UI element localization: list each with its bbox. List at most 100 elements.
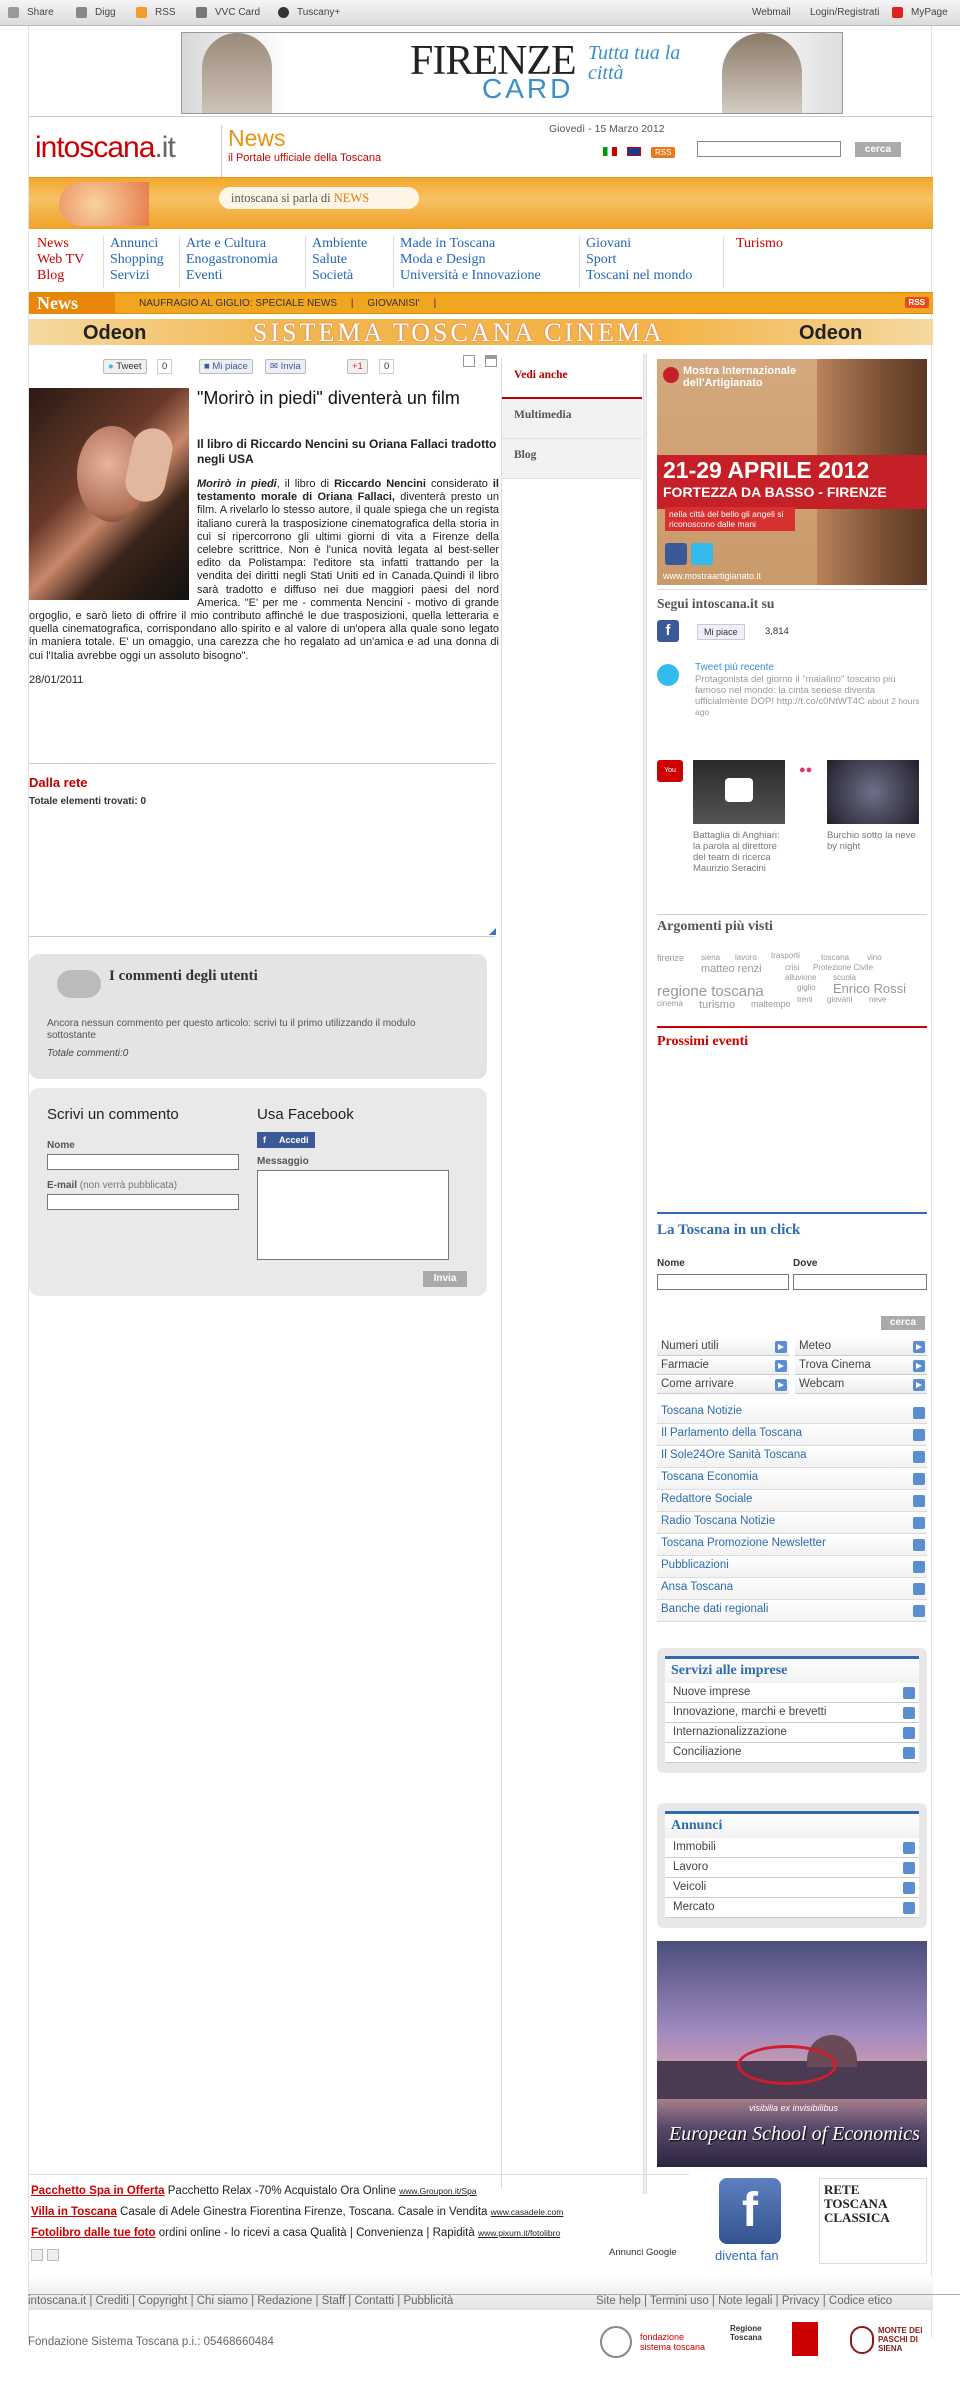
external-link[interactable]: Radio Toscana Notizie — [657, 1512, 927, 1534]
tag-link[interactable]: giovani — [827, 995, 852, 1004]
digg-link[interactable]: Digg — [76, 7, 116, 18]
footer-right-links[interactable]: Site help | Termini uso | Note legali | … — [596, 2295, 892, 2307]
click-search-button[interactable]: cerca — [881, 1316, 925, 1330]
tag-link[interactable]: turismo — [699, 999, 735, 1011]
annunci-item[interactable]: Lavoro — [665, 1858, 919, 1878]
ticker-rss-button[interactable]: RSS — [904, 297, 929, 308]
nav-salute[interactable]: Salute — [312, 252, 367, 268]
mps-logo[interactable]: MONTE DEI PASCHI DI SIENA — [850, 2320, 934, 2360]
external-link[interactable]: Pubblicazioni — [657, 1556, 927, 1578]
tag-link[interactable]: crisi — [785, 963, 799, 972]
tweet-button[interactable]: ● Tweet — [103, 359, 147, 374]
mypage-link[interactable]: MyPage — [892, 7, 948, 18]
facebook-fan-box[interactable]: f diventa fan — [709, 2178, 789, 2264]
facebook-login-button[interactable]: f Accedi — [257, 1132, 315, 1148]
google-ads-label[interactable]: Annunci Google — [609, 2247, 677, 2258]
webmail-link[interactable]: Webmail — [752, 7, 791, 18]
external-link[interactable]: Il Parlamento della Toscana — [657, 1424, 927, 1446]
nav-societa[interactable]: Società — [312, 268, 367, 284]
gplus-button[interactable]: +1 — [347, 359, 368, 374]
tag-link[interactable]: maltempo — [751, 999, 791, 1009]
utility-link[interactable]: Meteo — [795, 1338, 927, 1356]
english-flag-icon[interactable] — [627, 147, 641, 156]
click-nome-input[interactable] — [657, 1274, 789, 1290]
rete-toscana-classica-logo[interactable]: RETE TOSCANA CLASSICA — [819, 2178, 927, 2264]
tag-link[interactable]: vino — [867, 953, 882, 962]
tuscany-link[interactable]: Tuscany+ — [278, 7, 340, 18]
nav-news[interactable]: News — [37, 236, 84, 252]
nav-annunci[interactable]: Annunci — [110, 236, 164, 252]
facebook-icon[interactable] — [665, 543, 687, 565]
external-link[interactable]: Banche dati regionali — [657, 1600, 927, 1622]
ad-item[interactable]: Fotolibro dalle tue foto ordini online -… — [31, 2227, 560, 2239]
message-textarea[interactable] — [257, 1170, 449, 1260]
tab-vedi-anche[interactable]: Vedi anche — [502, 359, 642, 399]
search-input[interactable] — [697, 141, 841, 157]
tag-link[interactable]: cinema — [657, 999, 683, 1008]
tab-blog[interactable]: Blog — [502, 439, 642, 479]
nav-ambiente[interactable]: Ambiente — [312, 236, 367, 252]
tag-link[interactable]: trasporti — [771, 951, 800, 960]
follow-like-button[interactable]: Mi piace — [697, 624, 745, 640]
services-item[interactable]: Innovazione, marchi e brevetti — [665, 1703, 919, 1723]
email-input[interactable] — [47, 1194, 239, 1210]
external-link[interactable]: Toscana Notizie — [657, 1402, 927, 1424]
nav-made-in-toscana[interactable]: Made in Toscana — [400, 236, 541, 252]
ads-prev-button[interactable] — [31, 2249, 43, 2261]
fst-logo[interactable]: fondazione sistema toscana — [600, 2320, 710, 2360]
nav-arte[interactable]: Arte e Cultura — [186, 236, 278, 252]
email-icon[interactable] — [463, 355, 475, 367]
site-logo[interactable]: intoscana.it — [35, 131, 176, 165]
send-button[interactable]: Invia — [423, 1271, 467, 1287]
vvc-link[interactable]: VVC Card — [196, 7, 260, 18]
external-link[interactable]: Il Sole24Ore Sanità Toscana — [657, 1446, 927, 1468]
utility-link[interactable]: Numeri utili — [657, 1338, 789, 1356]
share-link[interactable]: Share — [8, 7, 54, 18]
services-item[interactable]: Internazionalizzazione — [665, 1723, 919, 1743]
services-item[interactable]: Nuove imprese — [665, 1683, 919, 1703]
annunci-item[interactable]: Veicoli — [665, 1878, 919, 1898]
nav-turismo[interactable]: Turismo — [730, 236, 933, 252]
click-dove-input[interactable] — [793, 1274, 927, 1290]
nav-sport[interactable]: Sport — [586, 252, 692, 268]
nav-giovani[interactable]: Giovani — [586, 236, 692, 252]
tag-link[interactable]: regione toscana — [657, 983, 764, 1000]
tweet-heading[interactable]: Tweet più recente — [695, 662, 774, 673]
youtube-video-caption[interactable]: Battaglia di Anghiari: la parola al dire… — [693, 830, 789, 874]
ese-ad[interactable]: visibilia ex invisibilibus European Scho… — [657, 1941, 927, 2167]
tag-link[interactable]: alluvione — [785, 973, 817, 982]
ad-item[interactable]: Villa in Toscana Casale di Adele Ginestr… — [31, 2206, 563, 2218]
utility-link[interactable]: Webcam — [795, 1376, 927, 1394]
annunci-item[interactable]: Immobili — [665, 1838, 919, 1858]
facebook-icon[interactable]: f — [657, 620, 679, 642]
tag-link[interactable]: Enrico Rossi — [833, 981, 906, 996]
annunci-item[interactable]: Mercato — [665, 1898, 919, 1918]
external-link[interactable]: Toscana Economia — [657, 1468, 927, 1490]
external-link[interactable]: Redattore Sociale — [657, 1490, 927, 1512]
tag-link[interactable]: firenze — [657, 953, 684, 963]
tag-link[interactable]: neve — [869, 995, 886, 1004]
nav-toscani-nel-mondo[interactable]: Toscani nel mondo — [586, 268, 692, 284]
nav-universita[interactable]: Università e Innovazione — [400, 268, 541, 284]
nav-webtv[interactable]: Web TV — [37, 252, 84, 268]
utility-link[interactable]: Come arrivare — [657, 1376, 789, 1394]
tag-link[interactable]: treni — [797, 995, 813, 1004]
tab-multimedia[interactable]: Multimedia — [502, 399, 642, 439]
tag-link[interactable]: toscana — [821, 953, 849, 962]
nav-servizi[interactable]: Servizi — [110, 268, 164, 284]
search-button[interactable]: cerca — [855, 142, 901, 157]
tag-link[interactable]: lavoro — [735, 953, 757, 962]
flickr-photo-thumb[interactable] — [827, 760, 919, 824]
login-link[interactable]: Login/Registrati — [810, 7, 879, 18]
header-rss-button[interactable]: RSS — [651, 147, 676, 158]
name-input[interactable] — [47, 1154, 239, 1170]
utility-link[interactable]: Trova Cinema — [795, 1357, 927, 1375]
cinema-banner[interactable]: Odeon SISTEMA TOSCANA CINEMA Odeon — [29, 318, 933, 347]
invia-button[interactable]: ✉ Invia — [265, 359, 306, 374]
nav-shopping[interactable]: Shopping — [110, 252, 164, 268]
news-ticker-text[interactable]: NAUFRAGIO AL GIGLIO: SPECIALE NEWS | GIO… — [139, 298, 436, 309]
nav-blog[interactable]: Blog — [37, 268, 84, 284]
regione-toscana-logo[interactable]: Regione Toscana — [730, 2320, 820, 2360]
rss-link[interactable]: RSS — [136, 7, 176, 18]
external-link[interactable]: Toscana Promozione Newsletter — [657, 1534, 927, 1556]
